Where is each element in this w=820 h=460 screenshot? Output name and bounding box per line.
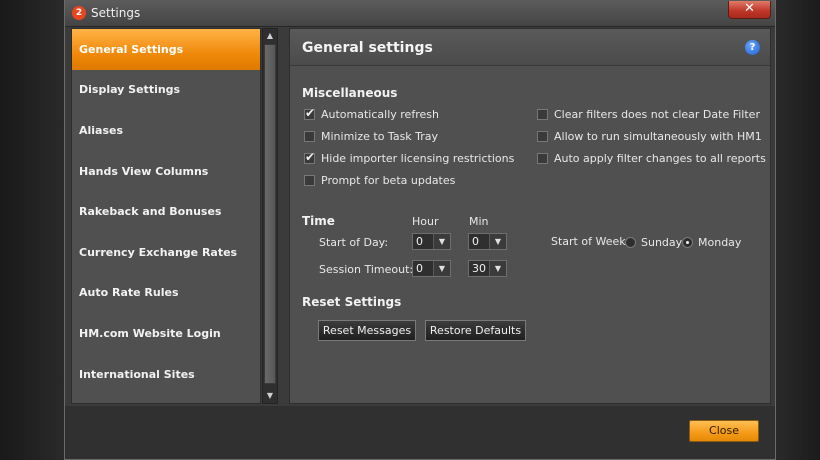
auto-apply-filter-checkbox[interactable] [537, 152, 548, 164]
app-logo-icon: 2 [72, 6, 86, 20]
run-simultaneously-option[interactable]: Allow to run simultaneously with HM1 [537, 128, 762, 144]
clear-filters-label: Clear filters does not clear Date Filter [554, 107, 760, 121]
start-of-week-label: Start of Week: [551, 235, 630, 248]
help-icon[interactable]: ? [745, 40, 760, 55]
sunday-radio[interactable] [625, 236, 636, 248]
session-timeout-hour-value: 0 [416, 262, 423, 275]
nav-item-hands-view-columns[interactable]: Hands View Columns [72, 151, 260, 192]
week-start-monday-option[interactable]: Monday [682, 234, 741, 250]
chevron-down-icon[interactable]: ▼ [489, 234, 506, 249]
scroll-down-icon[interactable]: ▼ [263, 389, 277, 403]
settings-window: 2 Settings ✕ General Settings Display Se… [64, 0, 776, 460]
nav-item-auto-rate-rules[interactable]: Auto Rate Rules [72, 273, 260, 314]
chevron-down-icon[interactable]: ▼ [433, 234, 450, 249]
auto-refresh-label: Automatically refresh [321, 107, 439, 121]
start-of-day-min-select[interactable]: 0 ▼ [468, 233, 507, 250]
scroll-thumb[interactable] [264, 44, 276, 384]
nav-item-international-sites[interactable]: International Sites [72, 354, 260, 395]
window-close-button[interactable]: ✕ [728, 1, 771, 19]
prompt-beta-updates-label: Prompt for beta updates [321, 173, 456, 187]
nav-item-rakeback-and-bonuses[interactable]: Rakeback and Bonuses [72, 191, 260, 232]
monday-label: Monday [698, 235, 742, 249]
nav-item-display-settings[interactable]: Display Settings [72, 70, 260, 111]
auto-apply-filter-option[interactable]: Auto apply filter changes to all reports [537, 150, 766, 166]
clear-filters-checkbox[interactable] [537, 108, 548, 120]
chevron-down-icon[interactable]: ▼ [433, 261, 450, 276]
session-timeout-hour-select[interactable]: 0 ▼ [412, 260, 451, 277]
scroll-up-icon[interactable]: ▲ [263, 29, 277, 43]
hour-column-header: Hour [412, 215, 439, 228]
auto-refresh-option[interactable]: Automatically refresh [304, 106, 439, 122]
start-of-day-hour-value: 0 [416, 235, 423, 248]
hide-importer-restrictions-option[interactable]: Hide importer licensing restrictions [304, 150, 514, 166]
nav-item-general-settings[interactable]: General Settings [72, 29, 260, 70]
nav-item-currency-exchange-rates[interactable]: Currency Exchange Rates [72, 232, 260, 273]
session-timeout-label: Session Timeout: [319, 263, 414, 276]
auto-refresh-checkbox[interactable] [304, 106, 315, 120]
title-bar: 2 Settings ✕ [65, 0, 775, 27]
auto-apply-filter-label: Auto apply filter changes to all reports [554, 151, 766, 165]
monday-radio[interactable] [682, 236, 693, 248]
desktop-background-left [0, 0, 64, 460]
misc-section-title: Miscellaneous [302, 86, 398, 100]
nav-scrollbar[interactable]: ▲ ▼ [262, 28, 278, 404]
nav-item-hm-website-login[interactable]: HM.com Website Login [72, 313, 260, 354]
minimize-to-tray-label: Minimize to Task Tray [321, 129, 439, 143]
minimize-to-tray-option[interactable]: Minimize to Task Tray [304, 128, 438, 144]
session-timeout-min-value: 30 [472, 262, 486, 275]
close-button[interactable]: Close [689, 420, 759, 442]
run-simultaneously-checkbox[interactable] [537, 130, 548, 142]
panel-header: General settings ? [290, 29, 770, 66]
reset-messages-button[interactable]: Reset Messages [318, 320, 416, 341]
window-title: Settings [91, 6, 141, 20]
hide-importer-restrictions-label: Hide importer licensing restrictions [321, 151, 515, 165]
nav-item-aliases[interactable]: Aliases [72, 110, 260, 151]
session-timeout-min-select[interactable]: 30 ▼ [468, 260, 507, 277]
start-of-day-label: Start of Day: [319, 236, 389, 249]
start-of-day-hour-select[interactable]: 0 ▼ [412, 233, 451, 250]
reset-section-title: Reset Settings [302, 295, 402, 309]
time-section-title: Time [302, 214, 335, 228]
run-simultaneously-label: Allow to run simultaneously with HM1 [554, 129, 762, 143]
prompt-beta-updates-checkbox[interactable] [304, 174, 315, 186]
general-settings-panel: General settings ? Miscellaneous Automat… [289, 28, 771, 404]
week-start-sunday-option[interactable]: Sunday [625, 234, 682, 250]
min-column-header: Min [469, 215, 489, 228]
start-of-day-min-value: 0 [472, 235, 479, 248]
chevron-down-icon[interactable]: ▼ [489, 261, 506, 276]
restore-defaults-button[interactable]: Restore Defaults [425, 320, 526, 341]
hide-importer-restrictions-checkbox[interactable] [304, 150, 315, 164]
prompt-beta-updates-option[interactable]: Prompt for beta updates [304, 172, 455, 188]
desktop-background-right [776, 0, 820, 460]
panel-title: General settings [302, 40, 433, 56]
settings-nav-list: General Settings Display Settings Aliase… [71, 28, 261, 404]
dialog-footer: Close [65, 406, 775, 459]
sunday-label: Sunday [641, 235, 683, 249]
minimize-to-tray-checkbox[interactable] [304, 130, 315, 142]
clear-filters-option[interactable]: Clear filters does not clear Date Filter [537, 106, 760, 122]
